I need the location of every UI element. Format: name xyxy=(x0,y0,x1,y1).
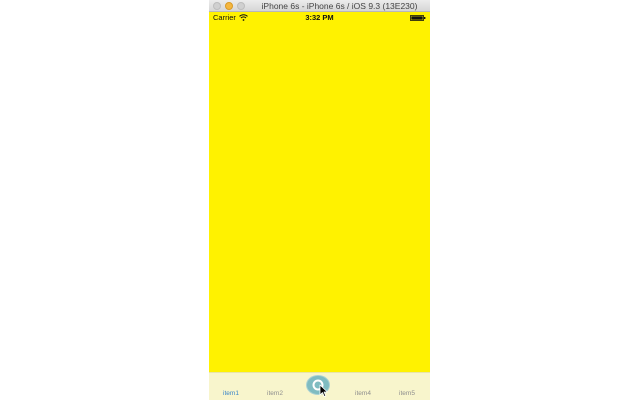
window-titlebar: iPhone 6s - iPhone 6s / iOS 9.3 (13E230) xyxy=(209,0,430,12)
ios-status-bar: Carrier 3:32 PM xyxy=(209,12,430,24)
mouse-cursor-icon xyxy=(319,384,328,397)
main-content-view xyxy=(209,24,430,372)
tab-item5[interactable]: item5 xyxy=(387,390,427,400)
tab-item4[interactable]: item4 xyxy=(343,390,383,400)
battery-icon xyxy=(410,15,426,21)
tab-item1[interactable]: item1 xyxy=(211,390,251,400)
tab-item2[interactable]: item2 xyxy=(255,390,295,400)
screen: iPhone 6s - iPhone 6s / iOS 9.3 (13E230)… xyxy=(0,0,640,400)
zoom-window-button[interactable] xyxy=(237,2,245,10)
window-title: iPhone 6s - iPhone 6s / iOS 9.3 (13E230) xyxy=(261,1,418,11)
minimize-window-button[interactable] xyxy=(225,2,233,10)
simulator-window: iPhone 6s - iPhone 6s / iOS 9.3 (13E230)… xyxy=(209,0,430,400)
close-window-button[interactable] xyxy=(213,2,221,10)
status-time: 3:32 PM xyxy=(305,13,334,22)
